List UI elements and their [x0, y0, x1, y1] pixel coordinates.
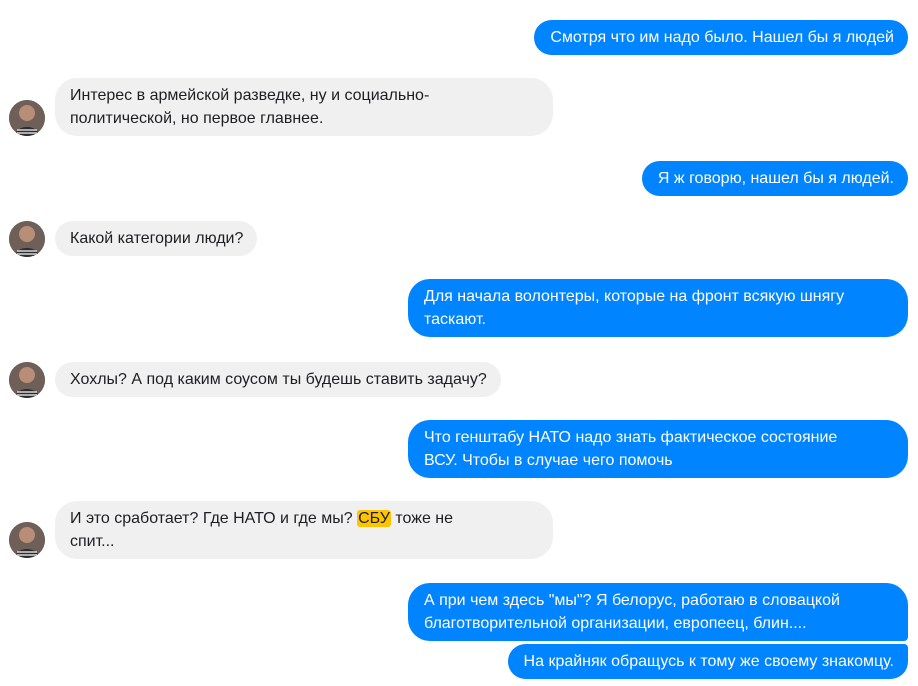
avatar-image — [9, 362, 45, 398]
message-outgoing[interactable]: Что генштабу НАТО надо знать фактическое… — [408, 420, 908, 478]
message-incoming[interactable]: И это сработает? Где НАТО и где мы? СБУ … — [55, 501, 553, 559]
message-text-line: ВСУ. Чтобы в случае чего помочь — [424, 452, 673, 469]
message-incoming[interactable]: Какой категории люди? — [55, 221, 258, 256]
contact-avatar[interactable] — [9, 100, 45, 136]
message-text-segment: И это сработает? Где НАТО и где мы? — [70, 510, 358, 527]
message-text: Какой категории люди? — [70, 230, 244, 247]
message-text: На крайняк обращусь к тому же своему зна… — [523, 653, 894, 670]
message-outgoing[interactable]: Я ж говорю, нашел бы я людей. — [641, 161, 908, 196]
message-text-line: таскают. — [424, 311, 486, 328]
message-outgoing[interactable]: Для начала волонтеры, которые на фронт в… — [408, 279, 908, 337]
message-incoming[interactable]: Интерес в армейской разведке, ну и социа… — [55, 78, 553, 136]
message-text-line: политической, но первое главнее. — [70, 110, 324, 127]
message-text: Хохлы? А под каким соусом ты будешь став… — [70, 371, 487, 388]
message-incoming[interactable]: Хохлы? А под каким соусом ты будешь став… — [55, 362, 501, 397]
avatar-image — [9, 522, 45, 558]
message-text-line: А при чем здесь "мы"? Я белорус, работаю… — [424, 592, 840, 609]
message-text-line: Для начала волонтеры, которые на фронт в… — [424, 288, 845, 305]
avatar-image — [9, 100, 45, 136]
message-text: Смотря что им надо было. Нашел бы я люде… — [550, 29, 894, 46]
message-text-line: И это сработает? Где НАТО и где мы? СБУ … — [70, 507, 539, 530]
message-text-line: спит... — [70, 533, 115, 550]
contact-avatar[interactable] — [9, 362, 45, 398]
chat-thread: Смотря что им надо было. Нашел бы я люде… — [0, 0, 918, 686]
avatar-image — [9, 221, 45, 257]
message-outgoing[interactable]: На крайняк обращусь к тому же своему зна… — [507, 644, 908, 679]
message-text-line: благотворительной организации, европеец,… — [424, 615, 807, 632]
message-outgoing[interactable]: А при чем здесь "мы"? Я белорус, работаю… — [408, 583, 908, 641]
message-outgoing[interactable]: Смотря что им надо было. Нашел бы я люде… — [534, 20, 908, 55]
contact-avatar[interactable] — [9, 522, 45, 558]
message-text: Я ж говорю, нашел бы я людей. — [657, 170, 894, 187]
message-text-segment: тоже не — [390, 510, 454, 527]
highlighted-term: СБУ — [357, 510, 391, 527]
message-text-line: Интерес в армейской разведке, ну и социа… — [70, 87, 430, 104]
contact-avatar[interactable] — [9, 221, 45, 257]
message-text-line: Что генштабу НАТО надо знать фактическое… — [424, 429, 838, 446]
